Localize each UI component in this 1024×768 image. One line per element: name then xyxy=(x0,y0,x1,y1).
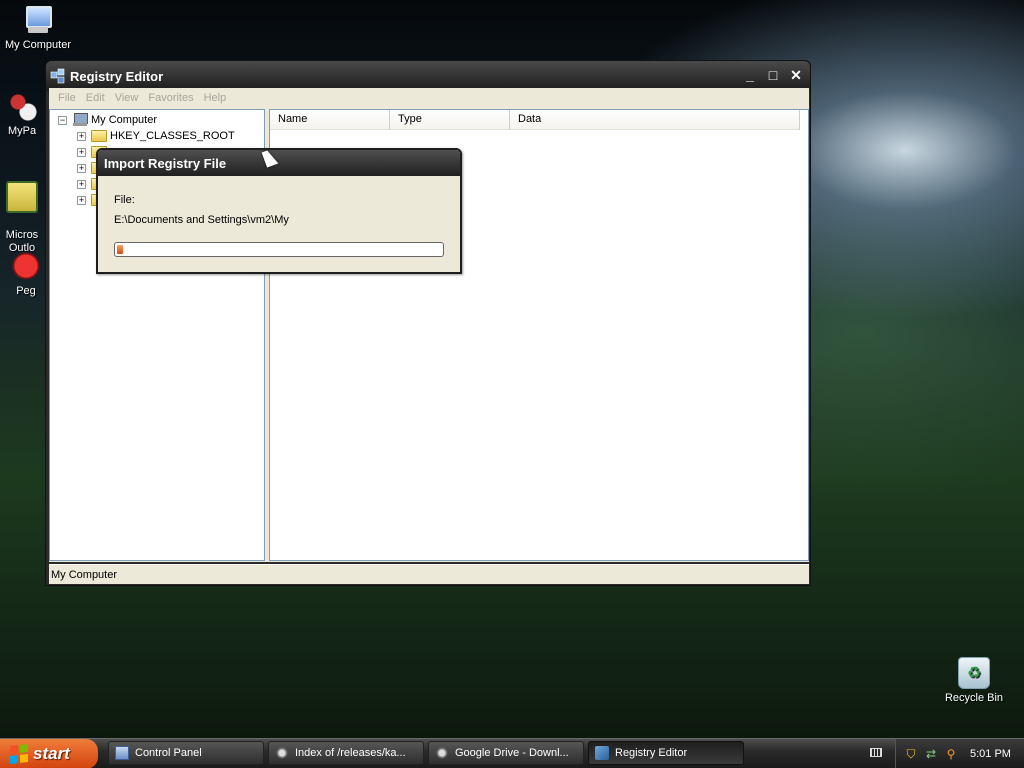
web-icon xyxy=(435,746,449,760)
folder-icon xyxy=(91,130,107,142)
menu-favorites[interactable]: Favorites xyxy=(143,92,198,104)
security-shield-icon[interactable]: ⛉ xyxy=(904,747,918,761)
task-label: Control Panel xyxy=(135,747,202,759)
import-registry-dialog: Import Registry File File: E:\Documents … xyxy=(96,148,462,274)
control-panel-icon xyxy=(115,746,129,760)
column-header-name[interactable]: Name xyxy=(270,110,390,130)
status-bar: My Computer xyxy=(49,564,809,584)
maximize-button[interactable]: □ xyxy=(763,66,783,86)
windows-logo-icon xyxy=(10,743,28,764)
menu-help[interactable]: Help xyxy=(199,92,232,104)
menu-view[interactable]: View xyxy=(110,92,144,104)
start-button[interactable]: start xyxy=(0,738,98,768)
progress-fill xyxy=(117,245,124,254)
collapse-icon[interactable]: − xyxy=(58,115,67,125)
registry-editor-window: Registry Editor _ □ ✕ File Edit View Fav… xyxy=(45,60,811,586)
tree-item-hkcr[interactable]: + HKEY_CLASSES_ROOT xyxy=(77,128,235,144)
dialog-title[interactable]: Import Registry File xyxy=(98,150,460,176)
menu-bar: File Edit View Favorites Help xyxy=(49,88,809,108)
expand-icon[interactable]: + xyxy=(77,195,86,205)
task-google-drive[interactable]: Google Drive - Downl... xyxy=(428,741,584,765)
task-label: Registry Editor xyxy=(615,747,688,759)
peg-icon xyxy=(10,250,42,282)
computer-icon xyxy=(22,4,54,36)
keyboard-icon[interactable] xyxy=(870,748,882,757)
minimize-button[interactable]: _ xyxy=(740,66,760,86)
task-control-panel[interactable]: Control Panel xyxy=(108,741,264,765)
desktop-icon-recycle-bin[interactable]: Recycle Bin xyxy=(936,657,1012,704)
clock[interactable]: 5:01 PM xyxy=(970,748,1011,760)
desktop-icon-my-computer[interactable]: My Computer xyxy=(0,4,76,51)
file-path: E:\Documents and Settings\vm2\My xyxy=(114,214,289,226)
expand-icon[interactable]: + xyxy=(77,179,86,189)
computer-icon xyxy=(72,113,88,127)
tree-item-label: My Computer xyxy=(91,114,158,126)
menu-edit[interactable]: Edit xyxy=(81,92,110,104)
recycle-bin-icon xyxy=(958,657,990,689)
registry-editor-icon xyxy=(50,68,66,84)
search-icon[interactable]: ⚲ xyxy=(944,747,958,761)
column-header-type[interactable]: Type xyxy=(390,110,510,130)
task-label: Index of /releases/ka... xyxy=(295,747,406,759)
network-icon[interactable]: ⇄ xyxy=(924,747,938,761)
close-button[interactable]: ✕ xyxy=(786,66,806,86)
desktop-icon-label: My Computer xyxy=(4,39,72,51)
outlook-icon xyxy=(6,181,38,213)
start-label: start xyxy=(33,743,70,763)
file-label: File: xyxy=(114,194,135,206)
menu-file[interactable]: File xyxy=(53,92,81,104)
tree-item-root[interactable]: − My Computer xyxy=(58,112,157,128)
window-title: Registry Editor xyxy=(70,68,164,84)
column-header-data[interactable]: Data xyxy=(510,110,800,130)
expand-icon[interactable]: + xyxy=(77,147,86,157)
import-progress-bar xyxy=(114,242,444,257)
system-tray: ⛉ ⇄ ⚲ 5:01 PM xyxy=(895,739,1024,768)
expand-icon[interactable]: + xyxy=(77,131,86,141)
expand-icon[interactable]: + xyxy=(77,163,86,173)
task-index-releases[interactable]: Index of /releases/ka... xyxy=(268,741,424,765)
task-label: Google Drive - Downl... xyxy=(455,747,569,759)
task-registry-editor[interactable]: Registry Editor xyxy=(588,741,744,765)
web-icon xyxy=(275,746,289,760)
registry-icon xyxy=(595,746,609,760)
mypal-icon xyxy=(6,90,38,122)
tree-item-label: HKEY_CLASSES_ROOT xyxy=(110,130,235,142)
window-titlebar[interactable]: Registry Editor _ □ ✕ xyxy=(46,61,810,91)
desktop-icon-label: Recycle Bin xyxy=(944,692,1004,704)
